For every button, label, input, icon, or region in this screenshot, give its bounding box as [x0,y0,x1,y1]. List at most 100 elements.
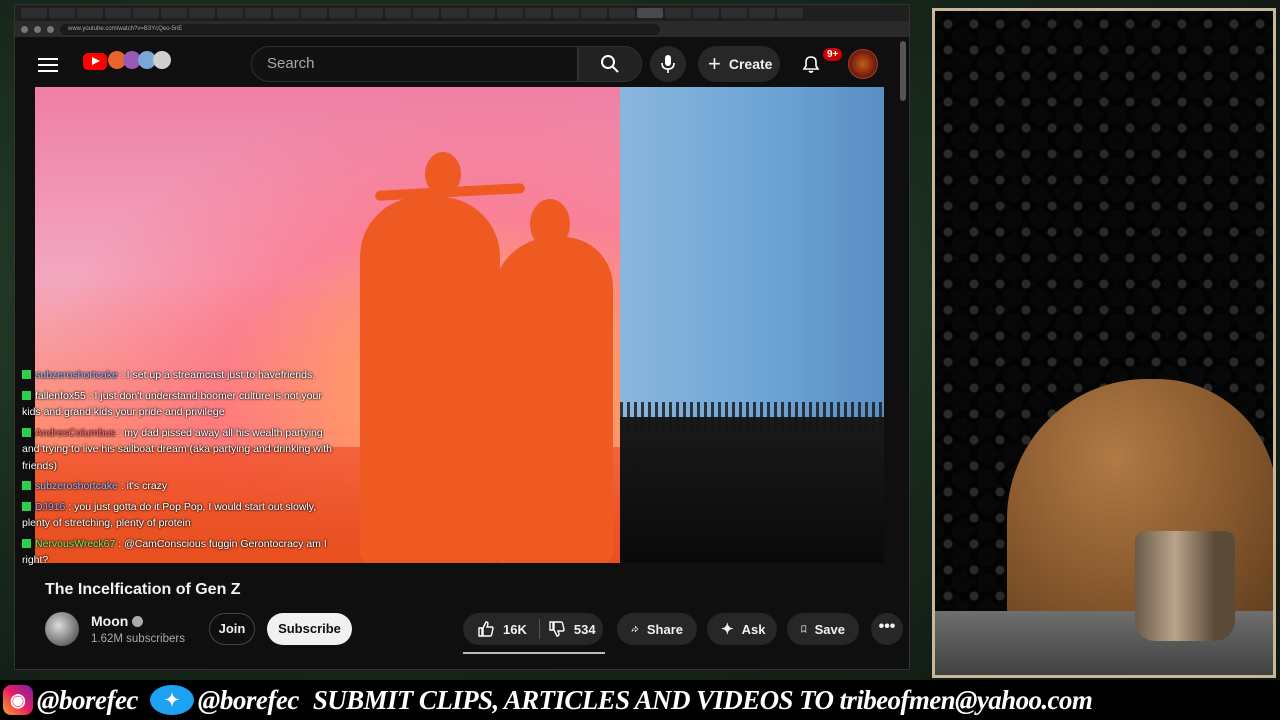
submit-message: SUBMIT CLIPS, ARTICLES AND VIDEOS TO tri… [312,684,1093,715]
dislike-button[interactable]: 534 [548,620,596,638]
stream-chat-overlay: subzeroshortcake : I set up a streamcast… [22,367,342,573]
browser-tab[interactable] [525,8,551,18]
video-ground-dark [620,417,884,563]
account-avatar[interactable] [848,49,878,79]
sparkle-icon: ✦ [721,621,734,638]
bottom-banner: ◉ @borefec ✦ @borefec SUBMIT CLIPS, ARTI… [0,680,1280,720]
browser-tab[interactable] [721,8,747,18]
notifications-button[interactable] [797,50,825,78]
chat-username: NervousWreck67 [35,537,116,550]
twitter-icon: ✦ [149,685,194,715]
browser-tab[interactable] [105,8,131,18]
share-icon [631,625,639,633]
browser-tab-active[interactable] [637,8,663,18]
chat-username: subzeroshortcake [35,480,118,492]
browser-tab[interactable] [749,8,775,18]
more-actions-button[interactable]: ••• [871,613,903,645]
scrollbar[interactable] [900,41,906,101]
browser-tab[interactable] [553,8,579,18]
thumbs-down-icon [549,621,565,637]
youtube-header: Search + Create 9+ [15,41,909,89]
share-button[interactable]: Share [617,613,697,645]
ask-button[interactable]: ✦ Ask [707,613,777,645]
address-bar: www.youtube.com/watch?v=B3YcQeo-5nE [15,21,909,37]
video-title: The Incelfication of Gen Z [45,581,241,598]
browser-tab[interactable] [189,8,215,18]
browser-tab[interactable] [665,8,691,18]
browser-tab[interactable] [245,8,271,18]
browser-tab[interactable] [329,8,355,18]
browser-tab[interactable] [77,8,103,18]
save-button[interactable]: Save [787,613,859,645]
microphone-icon [661,55,675,73]
like-ratio-bar [463,652,605,654]
forward-icon[interactable] [34,25,41,33]
search-icon [601,55,619,73]
browser-tab[interactable] [301,8,327,18]
browser-tab[interactable] [469,8,495,18]
browser-tab-bar [15,5,909,21]
chat-message: DJ916 : you just gotta do it Pop Pop, I … [22,499,342,532]
browser-tab[interactable] [273,8,299,18]
create-button[interactable]: + Create [698,46,780,82]
woman-head-silhouette [530,199,570,249]
doodle-logo[interactable] [108,51,171,69]
browser-tab[interactable] [693,8,719,18]
chat-username: DJ916 [35,500,66,513]
search-input[interactable]: Search [251,46,578,82]
youtube-logo[interactable] [83,53,107,70]
chat-badge-icon [22,427,31,437]
webcam-feed [932,8,1276,678]
chat-message: fallenfox55 : I just don't understand bo… [22,388,342,421]
woman-silhouette [493,237,613,563]
subscribe-button[interactable]: Subscribe [267,613,352,645]
chat-username: fallenfox55 [35,389,86,402]
channel-name[interactable]: Moon [91,613,128,629]
plus-icon: + [708,51,721,76]
join-button[interactable]: Join [209,613,255,645]
browser-tab[interactable] [777,8,803,18]
chat-badge-icon [22,370,31,379]
browser-tab[interactable] [49,8,75,18]
create-label: Create [728,56,773,72]
browser-tab[interactable] [413,8,439,18]
browser-tab[interactable] [441,8,467,18]
back-icon[interactable] [21,25,28,33]
chat-badge-icon [22,481,31,490]
browser-tab[interactable] [385,8,411,18]
subscriber-count: 1.62M subscribers [91,633,185,645]
chat-username: AndresColumbus [35,426,116,439]
chat-text: : I set up a streamcast just to havefrie… [120,369,316,381]
twitter-handle: @borefec [197,684,299,715]
browser-tab[interactable] [609,8,635,18]
chat-message: subzeroshortcake : I set up a streamcast… [22,367,342,384]
browser-tab[interactable] [161,8,187,18]
like-count: 16K [503,621,527,637]
man-silhouette [360,197,500,563]
channel-avatar[interactable] [45,612,79,646]
verified-icon [132,616,143,627]
chat-text: : it's crazy [120,480,168,492]
chat-text: : you just gotta do it Pop Pop, I would … [22,500,317,530]
browser-tab[interactable] [497,8,523,18]
mug [1135,531,1235,641]
like-button[interactable]: 16K [477,619,540,639]
voice-search-button[interactable] [650,46,686,82]
like-dislike-group: 16K 534 [463,613,603,645]
browser-tab[interactable] [133,8,159,18]
browser-tab[interactable] [581,8,607,18]
browser-tab[interactable] [357,8,383,18]
chat-username: subzeroshortcake [35,369,118,381]
instagram-handle: @borefec [37,684,138,715]
reload-icon[interactable] [47,25,54,33]
chat-badge-icon [22,538,31,548]
menu-icon[interactable] [37,54,59,76]
stream-scene: www.youtube.com/watch?v=B3YcQeo-5nE Sear… [0,0,1280,720]
chat-badge-icon [22,390,31,400]
browser-tab[interactable] [21,8,47,18]
dislike-count: 534 [573,621,596,637]
url-field[interactable]: www.youtube.com/watch?v=B3YcQeo-5nE [60,23,660,35]
search-button[interactable] [578,46,642,82]
browser-tab[interactable] [217,8,243,18]
ask-label: Ask [741,621,766,637]
